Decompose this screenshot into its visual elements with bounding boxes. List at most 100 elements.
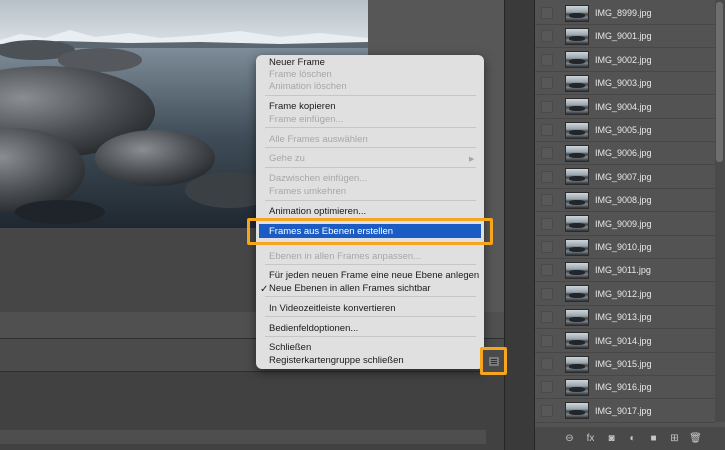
layer-thumbnail <box>565 378 589 396</box>
layer-row[interactable]: IMG_9004.jpg <box>535 96 715 119</box>
layer-name: IMG_9009.jpg <box>595 218 652 229</box>
visibility-toggle[interactable] <box>541 147 553 160</box>
layer-row[interactable]: IMG_9011.jpg <box>535 259 715 283</box>
adjustment-icon[interactable]: ◐ <box>626 433 639 445</box>
menu-item: Dazwischen einfügen... <box>269 173 368 184</box>
layer-row[interactable]: IMG_9008.jpg <box>535 189 715 213</box>
layer-row[interactable]: IMG_9015.jpg <box>535 353 715 376</box>
layer-name: IMG_9008.jpg <box>595 195 652 206</box>
layer-thumbnail <box>565 121 589 139</box>
panel-context-menu: Neuer Frame Frame löschen Animation lösche… <box>256 55 484 369</box>
layer-name: IMG_9012.jpg <box>595 288 652 299</box>
layer-thumbnail <box>565 144 589 162</box>
highlight-annotation <box>247 218 493 245</box>
layer-name: IMG_9001.jpg <box>595 31 652 42</box>
visibility-toggle[interactable] <box>541 404 553 417</box>
layer-row[interactable]: IMG_9005.jpg <box>535 119 715 142</box>
layer-row[interactable]: IMG_9013.jpg <box>535 306 715 330</box>
layer-row[interactable]: IMG_8999.jpg <box>535 2 715 25</box>
layers-panel: IMG_8999.jpg IMG_9001.jpg IMG_9002.jpg IMG_… <box>535 0 725 450</box>
visibility-toggle[interactable] <box>541 311 553 324</box>
menu-item[interactable]: Registerkartengruppe schließen <box>269 355 404 367</box>
menu-separator <box>265 296 476 297</box>
visibility-toggle[interactable] <box>541 358 553 370</box>
layer-name: IMG_9004.jpg <box>595 101 652 112</box>
visibility-toggle[interactable] <box>541 241 553 253</box>
menu-item[interactable]: In Videozeitleiste konvertieren <box>269 303 396 315</box>
trash-icon[interactable]: 🗑 <box>689 433 702 445</box>
visibility-toggle[interactable] <box>541 53 553 66</box>
layer-row[interactable]: IMG_9001.jpg <box>535 25 715 49</box>
visibility-toggle[interactable] <box>541 381 553 394</box>
visibility-toggle[interactable] <box>541 287 553 300</box>
layer-row[interactable]: IMG_9012.jpg <box>535 283 715 306</box>
layers-scrollbar[interactable] <box>715 0 725 422</box>
menu-item[interactable]: Animation optimieren... <box>269 206 366 218</box>
layers-footer: ⊖ fx ◙ ◐ ■ ⊞ 🗑 <box>535 427 725 450</box>
layer-thumbnail <box>565 215 589 233</box>
layers-scrollbar-thumb[interactable] <box>716 2 723 162</box>
menu-item: Animation löschen <box>269 81 347 92</box>
layer-row[interactable]: IMG_9007.jpg <box>535 166 715 189</box>
menu-item[interactable]: Bedienfeldoptionen... <box>269 323 358 335</box>
mask-icon[interactable]: ◙ <box>605 433 618 445</box>
layer-name: IMG_9010.jpg <box>595 242 652 252</box>
hamburger-menu-icon <box>488 356 499 366</box>
visibility-toggle[interactable] <box>541 100 553 113</box>
visibility-toggle[interactable] <box>541 170 553 183</box>
menu-item: Gehe zu <box>269 153 305 164</box>
layer-thumbnail <box>565 74 589 92</box>
visibility-toggle[interactable] <box>541 77 553 90</box>
layer-row[interactable]: IMG_9003.jpg <box>535 72 715 96</box>
menu-item: Frame einfügen... <box>269 114 344 125</box>
layer-name: IMG_9007.jpg <box>595 171 652 182</box>
visibility-toggle[interactable] <box>541 334 553 347</box>
menu-item: Alle Frames auswählen <box>269 134 368 145</box>
visibility-toggle[interactable] <box>541 124 553 136</box>
menu-separator <box>265 264 476 265</box>
layer-thumbnail <box>565 4 589 22</box>
submenu-arrow-icon: ▶ <box>469 156 475 163</box>
layer-row[interactable]: IMG_9006.jpg <box>535 142 715 166</box>
layer-name: IMG_9015.jpg <box>595 359 652 369</box>
menu-item[interactable]: Schließen <box>269 342 311 354</box>
layer-row[interactable]: IMG_9010.jpg <box>535 236 715 259</box>
menu-item: Ebenen in allen Frames anpassen... <box>269 251 422 262</box>
link-icon[interactable]: ⊖ <box>563 433 576 445</box>
panel-splitter[interactable] <box>504 0 535 450</box>
menu-item: Frames umkehren <box>269 186 347 197</box>
layer-row[interactable]: IMG_9002.jpg <box>535 49 715 72</box>
fx-icon[interactable]: fx <box>584 433 597 445</box>
layer-row[interactable]: IMG_9009.jpg <box>535 213 715 236</box>
menu-item[interactable]: Frame kopieren <box>269 101 336 113</box>
panel-menu-button[interactable] <box>480 347 507 375</box>
layer-row[interactable]: IMG_9014.jpg <box>535 330 715 353</box>
visibility-toggle[interactable] <box>541 264 553 277</box>
visibility-toggle[interactable] <box>541 217 553 230</box>
layer-thumbnail <box>565 355 589 373</box>
menu-item[interactable]: Für jeden neuen Frame eine neue Ebene an… <box>269 270 479 282</box>
layer-thumbnail <box>565 261 589 279</box>
layer-row[interactable]: IMG_9017.jpg <box>535 400 715 423</box>
menu-separator <box>265 316 476 317</box>
timeline-scrollbar[interactable] <box>0 430 486 444</box>
new-layer-icon[interactable]: ⊞ <box>668 433 681 445</box>
visibility-toggle[interactable] <box>541 7 553 19</box>
layer-name: IMG_9003.jpg <box>595 78 652 89</box>
layer-thumbnail <box>565 27 589 45</box>
visibility-toggle[interactable] <box>541 30 553 43</box>
menu-separator <box>265 167 476 168</box>
layer-thumbnail <box>565 402 589 420</box>
visibility-toggle[interactable] <box>541 194 553 207</box>
layer-name: IMG_9002.jpg <box>595 54 652 65</box>
layer-row[interactable]: IMG_9016.jpg <box>535 376 715 400</box>
folder-icon[interactable]: ■ <box>647 433 660 445</box>
menu-item[interactable]: Neuer Frame <box>269 57 325 69</box>
layer-name: IMG_9016.jpg <box>595 382 652 393</box>
menu-separator <box>265 127 476 128</box>
menu-item[interactable]: Neue Ebenen in allen Frames sichtbar <box>269 283 431 295</box>
layer-thumbnail <box>565 98 589 116</box>
layer-thumbnail <box>565 191 589 209</box>
layer-thumbnail <box>565 168 589 186</box>
layer-name: IMG_9005.jpg <box>595 125 652 135</box>
